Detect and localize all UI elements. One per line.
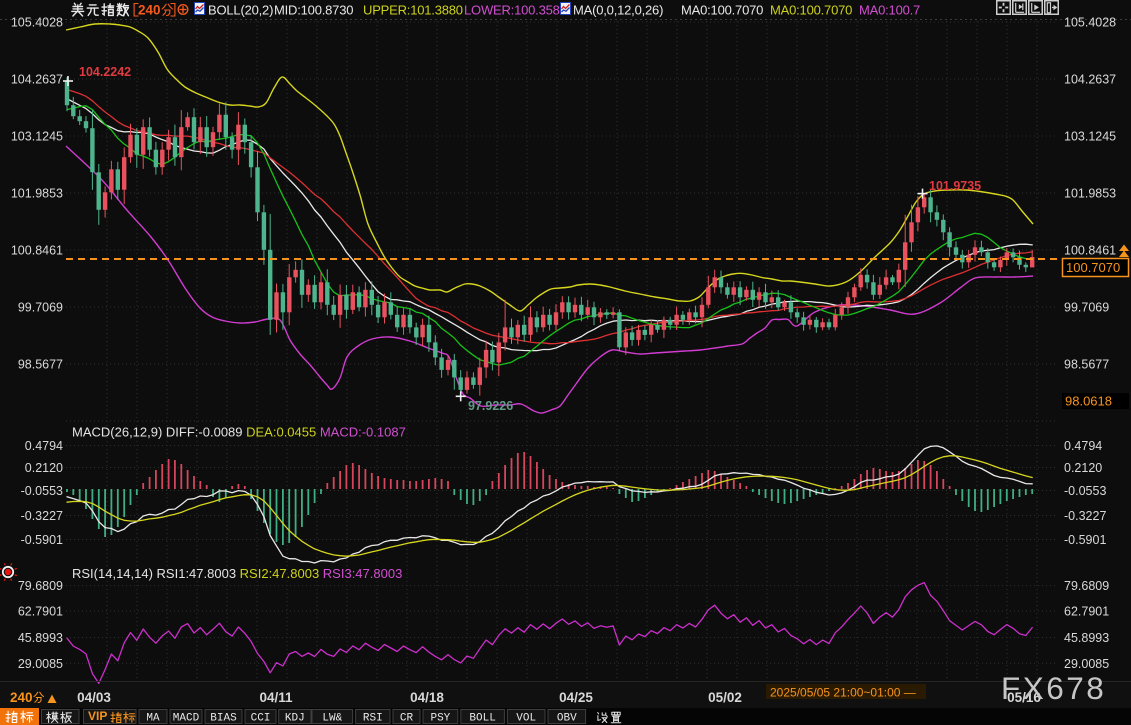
svg-text:-0.0553: -0.0553 — [1064, 484, 1106, 498]
svg-text:0.2120: 0.2120 — [1064, 461, 1102, 475]
svg-text:VIP: VIP — [88, 709, 107, 723]
svg-text:101.9735: 101.9735 — [929, 179, 981, 193]
svg-text:100.8461: 100.8461 — [11, 244, 63, 258]
svg-text:-0.5901: -0.5901 — [1064, 533, 1106, 547]
svg-text:LW&: LW& — [322, 713, 342, 725]
svg-text:MA0:100.7070: MA0:100.7070 — [770, 3, 852, 18]
svg-text:0.4794: 0.4794 — [25, 439, 63, 453]
svg-text:04/25: 04/25 — [559, 690, 593, 705]
svg-text:100.8461: 100.8461 — [1064, 244, 1116, 258]
svg-text:98.5677: 98.5677 — [1064, 358, 1109, 372]
svg-text:2025/05/05 21:00~01:00 —: 2025/05/05 21:00~01:00 — — [770, 686, 916, 700]
svg-text:04/03: 04/03 — [77, 690, 111, 705]
svg-text:98.0618: 98.0618 — [1065, 394, 1112, 409]
svg-text:45.8993: 45.8993 — [18, 631, 63, 645]
svg-text:BIAS: BIAS — [210, 713, 237, 725]
svg-text:79.6809: 79.6809 — [1064, 579, 1109, 593]
svg-text:LOWER:100.3580: LOWER:100.3580 — [464, 3, 567, 18]
svg-text:MA(0,0,12,0,26): MA(0,0,12,0,26) — [573, 3, 663, 18]
svg-text:0.4794: 0.4794 — [1064, 439, 1102, 453]
svg-text:KDJ: KDJ — [285, 713, 305, 725]
svg-text:MA0:100.7070: MA0:100.7070 — [681, 3, 763, 18]
svg-text:97.9226: 97.9226 — [468, 399, 513, 413]
svg-text:101.9853: 101.9853 — [11, 187, 63, 201]
svg-text:MA: MA — [146, 713, 160, 725]
svg-text:-0.3227: -0.3227 — [1064, 509, 1106, 523]
svg-text:PSY: PSY — [430, 713, 450, 725]
svg-text:62.7901: 62.7901 — [1064, 604, 1109, 618]
svg-text:04/18: 04/18 — [410, 690, 444, 705]
svg-text:29.0085: 29.0085 — [18, 657, 63, 671]
svg-text:RSI(14,14,14) RSI1:47.8003 RSI: RSI(14,14,14) RSI1:47.8003 RSI2:47.8003 … — [72, 566, 402, 581]
svg-text:CR: CR — [400, 713, 414, 725]
svg-text:104.2637: 104.2637 — [11, 73, 63, 87]
svg-text:-0.3227: -0.3227 — [21, 509, 63, 523]
svg-text:0.2120: 0.2120 — [25, 461, 63, 475]
svg-text:103.1245: 103.1245 — [11, 130, 63, 144]
svg-text:MA0:100.7: MA0:100.7 — [859, 3, 920, 18]
svg-text:99.7069: 99.7069 — [1064, 301, 1109, 315]
svg-text:BOLL: BOLL — [469, 713, 495, 725]
svg-text:29.0085: 29.0085 — [1064, 657, 1109, 671]
svg-text:VOL: VOL — [516, 713, 536, 725]
svg-text:CCI: CCI — [251, 713, 271, 725]
svg-text:MID:100.8730: MID:100.8730 — [274, 3, 353, 18]
svg-text:79.6809: 79.6809 — [18, 579, 63, 593]
svg-text:100.7070: 100.7070 — [1066, 260, 1120, 275]
svg-text:RSI: RSI — [363, 713, 383, 725]
svg-text:62.7901: 62.7901 — [18, 604, 63, 618]
svg-text:FX678: FX678 — [1001, 670, 1106, 706]
svg-text:MACD(26,12,9) DIFF:-0.0089 DEA: MACD(26,12,9) DIFF:-0.0089 DEA:0.0455 MA… — [72, 425, 406, 440]
svg-text:45.8993: 45.8993 — [1064, 631, 1109, 645]
svg-text:240: 240 — [138, 3, 161, 18]
svg-text:240: 240 — [10, 690, 33, 705]
svg-text:UPPER:101.3880: UPPER:101.3880 — [363, 3, 463, 18]
svg-text:103.1245: 103.1245 — [1064, 130, 1116, 144]
svg-text:05/02: 05/02 — [708, 690, 742, 705]
svg-text:MACD: MACD — [173, 713, 200, 725]
svg-text:105.4028: 105.4028 — [11, 16, 63, 30]
svg-text:99.7069: 99.7069 — [18, 301, 63, 315]
svg-text:101.9853: 101.9853 — [1064, 187, 1116, 201]
svg-text:OBV: OBV — [557, 713, 577, 725]
svg-text:104.2242: 104.2242 — [79, 65, 131, 79]
svg-text:-0.0553: -0.0553 — [21, 484, 63, 498]
svg-text:104.2637: 104.2637 — [1064, 73, 1116, 87]
svg-text:105.4028: 105.4028 — [1064, 16, 1116, 30]
svg-text:98.5677: 98.5677 — [18, 358, 63, 372]
svg-text:BOLL(20,2): BOLL(20,2) — [208, 3, 273, 18]
svg-text:-0.5901: -0.5901 — [21, 533, 63, 547]
svg-text:04/11: 04/11 — [259, 690, 293, 705]
